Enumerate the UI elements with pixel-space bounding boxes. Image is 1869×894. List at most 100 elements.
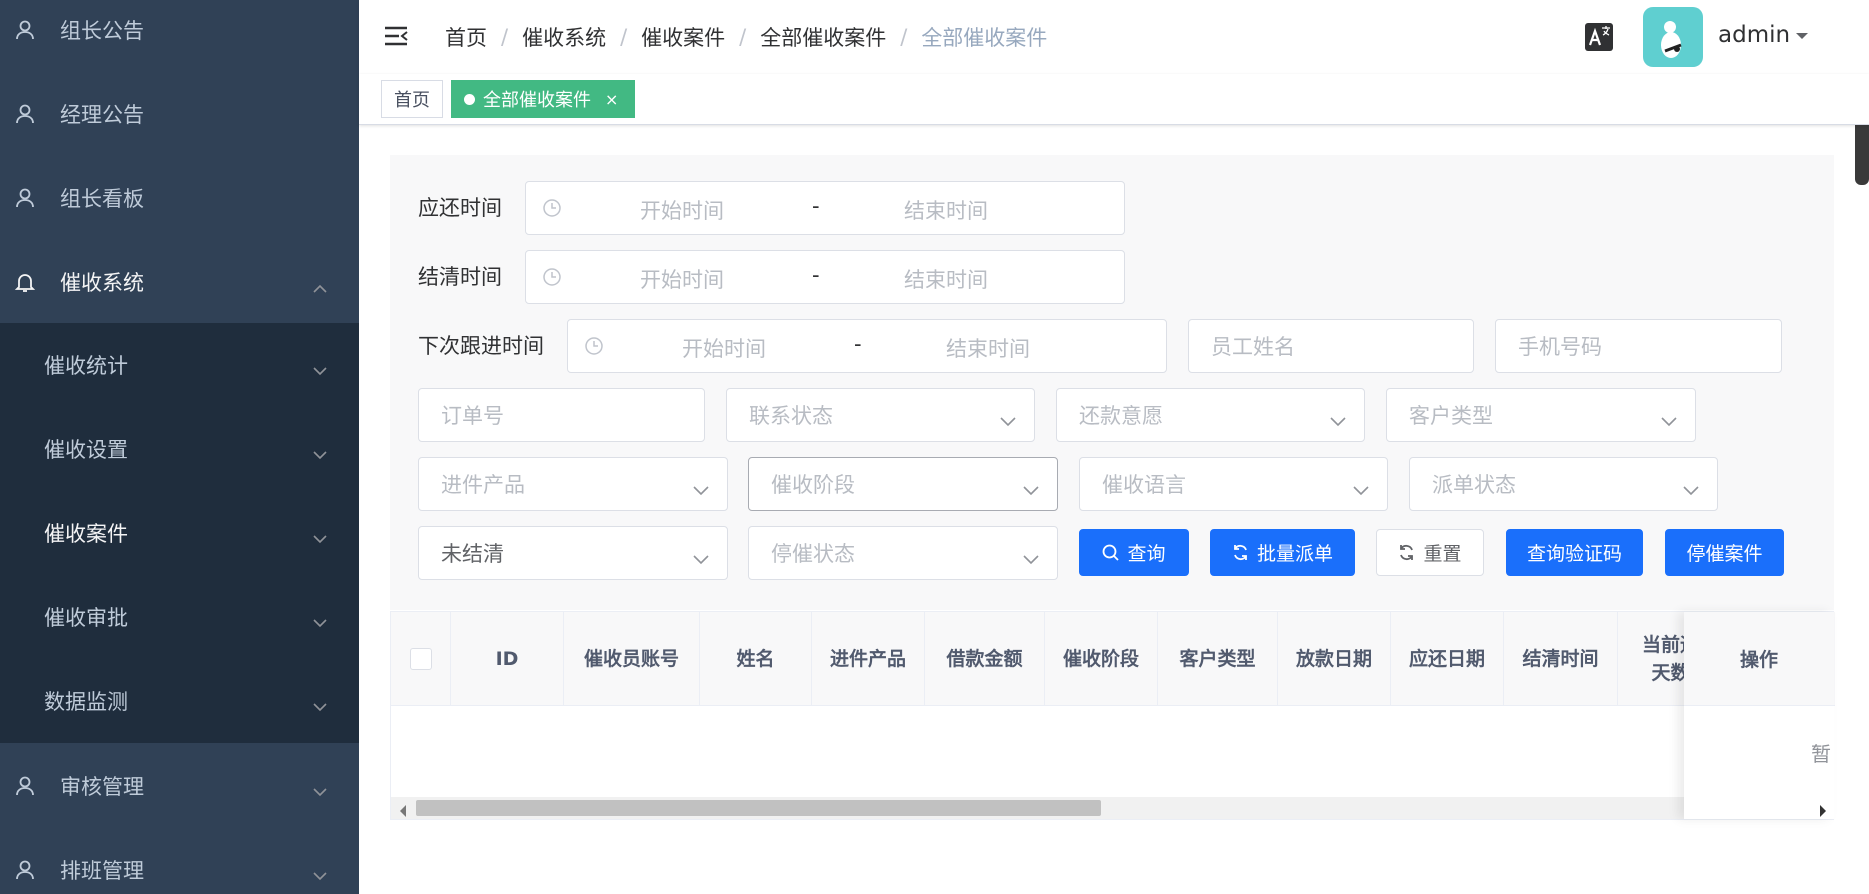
range-start-placeholder: 开始时间 bbox=[682, 337, 766, 361]
chevron-down-icon bbox=[1023, 546, 1039, 570]
column-header[interactable]: 放款日期 bbox=[1278, 612, 1391, 705]
column-header[interactable]: 催收员账号 bbox=[564, 612, 700, 705]
close-icon[interactable]: × bbox=[605, 90, 618, 109]
scroll-right-icon[interactable] bbox=[1819, 802, 1827, 821]
phone-input[interactable]: 手机号码 bbox=[1495, 319, 1782, 373]
sidebar-item-label: 催收系统 bbox=[60, 271, 144, 295]
placeholder: 手机号码 bbox=[1518, 335, 1602, 359]
placeholder: 进件产品 bbox=[441, 473, 525, 497]
breadcrumb-item[interactable]: 首页 bbox=[445, 22, 487, 52]
sidebar-item-review-management[interactable]: 审核管理 bbox=[0, 744, 359, 828]
empty-text: 暂 bbox=[1811, 742, 1831, 766]
query-button[interactable]: 查询 bbox=[1079, 529, 1189, 576]
breadcrumb-separator: / bbox=[501, 25, 509, 49]
cases-table: ID 催收员账号 姓名 进件产品 借款金额 催收阶段 客户类型 放款日期 应还日… bbox=[390, 611, 1835, 821]
next-follow-range[interactable]: 开始时间 - 结束时间 bbox=[567, 319, 1167, 373]
sidebar-item-collection-approval[interactable]: 催收审批 bbox=[0, 575, 359, 659]
settle-time-range[interactable]: 开始时间 - 结束时间 bbox=[525, 250, 1125, 304]
language-select[interactable]: 催收语言 bbox=[1079, 457, 1388, 511]
sidebar-item-collection-system[interactable]: 催收系统 bbox=[0, 240, 359, 324]
button-label: 批量派单 bbox=[1256, 543, 1333, 565]
chevron-down-icon bbox=[313, 693, 327, 717]
reset-button[interactable]: 重置 bbox=[1376, 529, 1484, 576]
bell-icon bbox=[14, 271, 36, 293]
sidebar-item-data-monitor[interactable]: 数据监测 bbox=[0, 659, 359, 743]
active-dot-icon bbox=[464, 93, 475, 105]
breadcrumb-item[interactable]: 催收系统 bbox=[522, 22, 606, 52]
select-all-checkbox[interactable] bbox=[410, 648, 432, 670]
product-select[interactable]: 进件产品 bbox=[418, 457, 728, 511]
sidebar-item-label: 催收设置 bbox=[44, 438, 128, 462]
stage-select[interactable]: 催收阶段 bbox=[748, 457, 1058, 511]
sidebar-item-collection-settings[interactable]: 催收设置 bbox=[0, 407, 359, 491]
avatar[interactable] bbox=[1643, 7, 1703, 67]
range-end-placeholder: 结束时间 bbox=[904, 268, 988, 292]
search-icon bbox=[1102, 544, 1120, 561]
breadcrumb-item[interactable]: 全部催收案件 bbox=[760, 22, 886, 52]
sidebar-item-label: 经理公告 bbox=[60, 103, 144, 127]
chevron-down-icon bbox=[313, 609, 327, 633]
employee-name-input[interactable]: 员工姓名 bbox=[1188, 319, 1474, 373]
query-code-button[interactable]: 查询验证码 bbox=[1506, 529, 1643, 576]
sidebar-item-team-leader-notice[interactable]: 组长公告 bbox=[0, 0, 359, 72]
column-header[interactable]: 应还日期 bbox=[1391, 612, 1504, 705]
refresh-icon bbox=[1398, 544, 1415, 561]
chevron-down-icon bbox=[313, 525, 327, 549]
settle-status-select[interactable]: 未结清 bbox=[418, 526, 728, 580]
stop-status-select[interactable]: 停催状态 bbox=[748, 526, 1058, 580]
tag-label: 全部催收案件 bbox=[483, 90, 591, 111]
placeholder: 还款意愿 bbox=[1079, 404, 1163, 428]
sidebar-item-manager-notice[interactable]: 经理公告 bbox=[0, 72, 359, 156]
column-header[interactable]: ID bbox=[451, 612, 564, 705]
hamburger-icon[interactable] bbox=[383, 24, 409, 52]
sidebar-item-label: 数据监测 bbox=[44, 690, 128, 714]
column-header[interactable]: 借款金额 bbox=[925, 612, 1045, 705]
breadcrumb-item[interactable]: 催收案件 bbox=[641, 22, 725, 52]
chevron-down-icon bbox=[1023, 477, 1039, 501]
sidebar-item-team-leader-board[interactable]: 组长看板 bbox=[0, 156, 359, 240]
range-start-placeholder: 开始时间 bbox=[640, 268, 724, 292]
sidebar-item-collection-cases[interactable]: 催收案件 bbox=[0, 491, 359, 575]
sidebar-item-schedule-management[interactable]: 排班管理 bbox=[0, 828, 359, 894]
user-icon bbox=[14, 19, 36, 41]
order-no-input[interactable]: 订单号 bbox=[418, 388, 705, 442]
clock-icon bbox=[584, 336, 604, 360]
batch-dispatch-button[interactable]: 批量派单 bbox=[1210, 529, 1355, 576]
username[interactable]: admin bbox=[1718, 22, 1790, 48]
dispatch-status-select[interactable]: 派单状态 bbox=[1409, 457, 1718, 511]
contact-status-select[interactable]: 联系状态 bbox=[726, 388, 1035, 442]
caret-down-icon[interactable] bbox=[1796, 33, 1808, 39]
translate-icon[interactable] bbox=[1584, 22, 1614, 56]
user-icon bbox=[14, 187, 36, 209]
stop-case-button[interactable]: 停催案件 bbox=[1665, 529, 1784, 576]
placeholder: 催收阶段 bbox=[771, 473, 855, 497]
range-separator: - bbox=[812, 263, 820, 287]
sidebar-item-label: 催收审批 bbox=[44, 606, 128, 630]
scroll-left-icon[interactable] bbox=[399, 802, 407, 821]
chevron-down-icon bbox=[1000, 408, 1016, 432]
user-icon bbox=[14, 103, 36, 125]
horizontal-scrollbar[interactable] bbox=[391, 797, 1684, 819]
sidebar-item-label: 审核管理 bbox=[60, 775, 144, 799]
customer-type-select[interactable]: 客户类型 bbox=[1386, 388, 1696, 442]
column-header[interactable]: 催收阶段 bbox=[1045, 612, 1158, 705]
due-time-range[interactable]: 开始时间 - 结束时间 bbox=[525, 181, 1125, 235]
column-header[interactable]: 进件产品 bbox=[812, 612, 925, 705]
placeholder: 订单号 bbox=[441, 404, 504, 428]
sidebar-item-collection-stats[interactable]: 催收统计 bbox=[0, 323, 359, 407]
button-label: 重置 bbox=[1423, 543, 1462, 565]
chevron-down-icon bbox=[1330, 408, 1346, 432]
tag-active[interactable]: 全部催收案件 × bbox=[451, 80, 635, 118]
clock-icon bbox=[542, 198, 562, 222]
select-all-cell bbox=[391, 612, 451, 705]
column-header[interactable]: 姓名 bbox=[700, 612, 812, 705]
column-header[interactable]: 结清时间 bbox=[1504, 612, 1618, 705]
column-header[interactable]: 客户类型 bbox=[1158, 612, 1278, 705]
column-header-actions: 操作 bbox=[1684, 612, 1834, 706]
repay-intent-select[interactable]: 还款意愿 bbox=[1056, 388, 1365, 442]
breadcrumb-item-current: 全部催收案件 bbox=[921, 26, 1048, 50]
chevron-up-icon bbox=[313, 274, 327, 298]
tag-home[interactable]: 首页 bbox=[381, 80, 443, 118]
sidebar-item-label: 排班管理 bbox=[60, 859, 144, 883]
scroll-thumb[interactable] bbox=[416, 800, 1101, 816]
